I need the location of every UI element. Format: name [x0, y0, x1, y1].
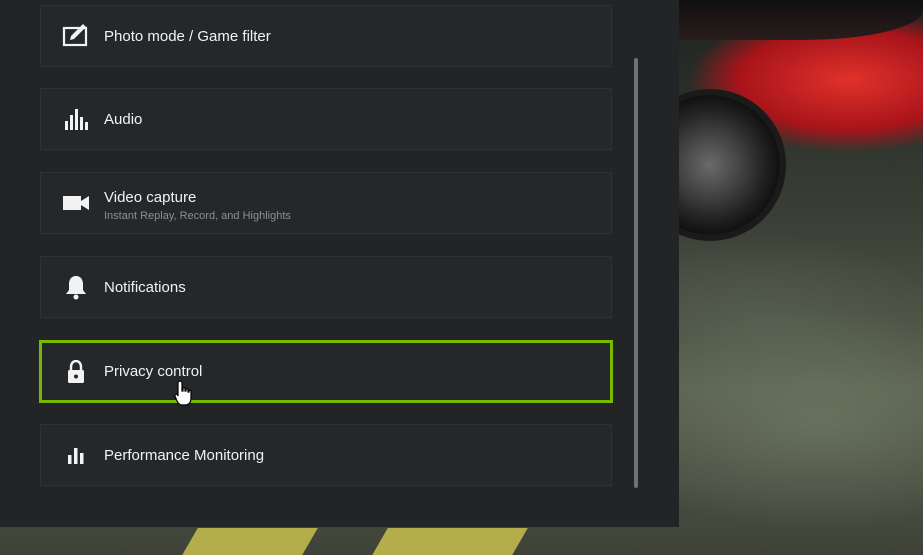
- photo-edit-icon: [61, 22, 91, 50]
- menu-item-label: Notifications: [104, 278, 186, 296]
- bell-icon: [61, 273, 91, 301]
- menu-item-label: Video capture: [104, 189, 197, 206]
- bar-chart-icon: [61, 441, 91, 469]
- scrollbar[interactable]: [634, 58, 638, 488]
- hand-cursor-icon: [174, 380, 192, 406]
- audio-equalizer-icon: [61, 105, 91, 133]
- road-marking: [182, 528, 318, 555]
- menu-item-privacy-control[interactable]: Privacy control: [39, 340, 613, 403]
- menu-item-sublabel: Instant Replay, Record, and Highlights: [104, 210, 291, 222]
- menu-item-label: Performance Monitoring: [104, 446, 265, 464]
- menu-item-performance-monitoring[interactable]: Performance Monitoring: [40, 424, 612, 486]
- lock-icon: [61, 358, 91, 386]
- video-camera-icon: [61, 189, 91, 217]
- menu-item-video-capture[interactable]: Video capture Instant Replay, Record, an…: [40, 172, 612, 234]
- road-marking: [372, 528, 528, 555]
- menu-item-label: Privacy control: [104, 363, 203, 380]
- menu-item-photo-mode[interactable]: Photo mode / Game filter: [40, 5, 612, 67]
- menu-item-label: Audio: [104, 110, 143, 128]
- menu-item-notifications[interactable]: Notifications: [40, 256, 612, 318]
- menu-item-label: Photo mode / Game filter: [104, 27, 271, 45]
- settings-panel: Photo mode / Game filter Audio Video cap…: [0, 0, 679, 527]
- menu-item-audio[interactable]: Audio: [40, 88, 612, 150]
